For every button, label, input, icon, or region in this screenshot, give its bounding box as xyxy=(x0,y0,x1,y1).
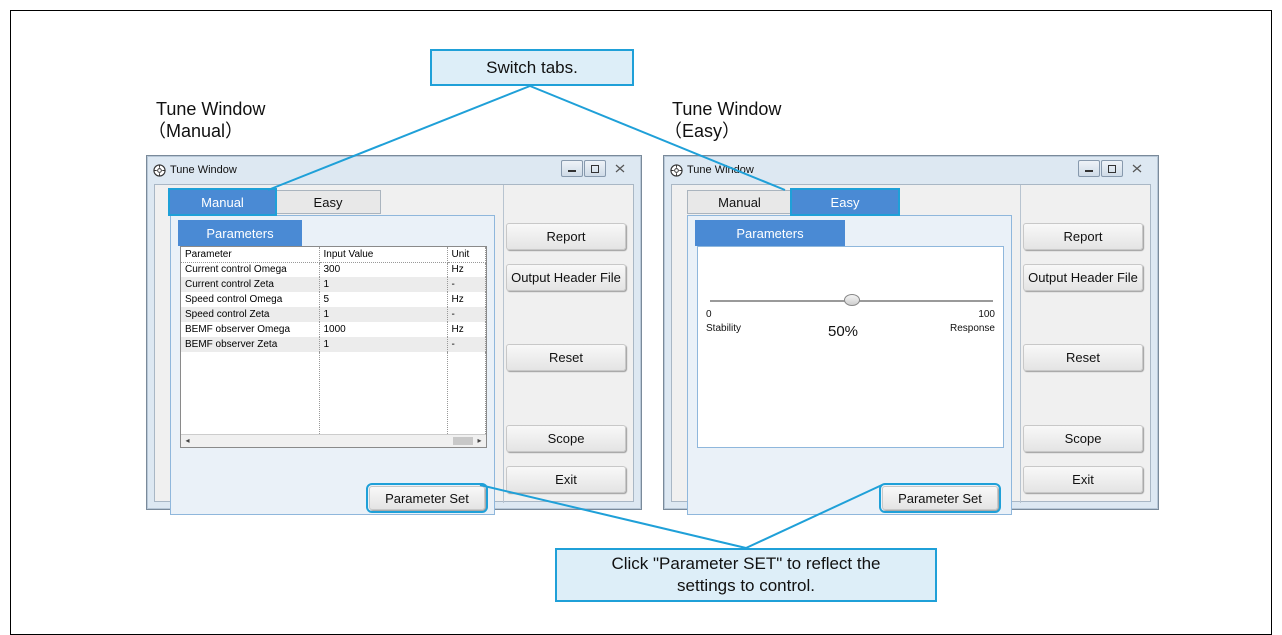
cell-unit: - xyxy=(447,277,486,292)
subtab-parameters[interactable]: Parameters xyxy=(695,220,845,246)
window-title: Tune Window xyxy=(170,164,237,176)
scope-button[interactable]: Scope xyxy=(1023,425,1143,452)
scroll-left-icon[interactable]: ◂ xyxy=(181,435,194,447)
caption-manual: Tune Window （Manual） xyxy=(148,98,266,142)
callout-parameter-set-line2: settings to control. xyxy=(677,576,815,595)
table-row[interactable]: Current control Zeta 1 - xyxy=(181,277,486,292)
cell-parameter: Speed control Zeta xyxy=(181,307,320,322)
column-header-parameter: Parameter xyxy=(181,247,320,263)
output-header-file-button[interactable]: Output Header File xyxy=(1023,264,1143,291)
callout-parameter-set-line1: Click "Parameter SET" to reflect the xyxy=(611,554,881,573)
exit-button[interactable]: Exit xyxy=(1023,466,1143,493)
report-button[interactable]: Report xyxy=(506,223,626,250)
parameter-set-button[interactable]: Parameter Set xyxy=(366,483,488,513)
titlebar: Tune Window xyxy=(664,156,1158,184)
maximize-button[interactable] xyxy=(1101,160,1123,177)
cell-input-value[interactable]: 5 xyxy=(319,292,448,307)
caption-easy-mode: （Easy） xyxy=(664,121,741,141)
caption-easy-title: Tune Window xyxy=(672,99,782,119)
table-row[interactable]: BEMF observer Omega 1000 Hz xyxy=(181,322,486,337)
sidebar-separator xyxy=(503,185,504,503)
titlebar: Tune Window xyxy=(147,156,641,184)
tune-window-easy: Tune Window Manual Easy Parameters 0 100… xyxy=(663,155,1159,515)
window-client-area: Manual Easy Parameters Parameter Input V… xyxy=(154,184,634,515)
cell-unit: Hz xyxy=(447,292,486,307)
callout-switch-tabs-text: Switch tabs. xyxy=(486,57,578,77)
column-header-unit: Unit xyxy=(447,247,486,263)
tab-easy[interactable]: Easy xyxy=(275,190,381,214)
cell-unit: - xyxy=(447,337,486,352)
tune-window-manual: Tune Window Manual Easy Parameters Param… xyxy=(146,155,642,515)
app-icon xyxy=(153,163,166,177)
cell-unit: Hz xyxy=(447,322,486,337)
cell-input-value[interactable]: 1 xyxy=(319,307,448,322)
cell-input-value[interactable]: 1000 xyxy=(319,322,448,337)
parameter-table: Parameter Input Value Unit Current contr… xyxy=(181,247,486,447)
maximize-icon xyxy=(591,164,599,173)
minimize-button[interactable] xyxy=(1078,160,1100,177)
manual-tab-panel: Parameters Parameter Input Value Unit Cu… xyxy=(170,215,495,515)
stability-label: Stability xyxy=(706,323,742,334)
scroll-right-icon[interactable]: ▸ xyxy=(473,435,486,447)
report-button[interactable]: Report xyxy=(1023,223,1143,250)
scope-button[interactable]: Scope xyxy=(506,425,626,452)
tab-manual[interactable]: Manual xyxy=(168,188,277,216)
callout-switch-tabs: Switch tabs. xyxy=(430,49,634,86)
table-row[interactable]: Current control Omega 300 Hz xyxy=(181,262,486,277)
horizontal-scrollbar[interactable]: ◂ ▸ xyxy=(181,434,486,447)
cell-parameter: Current control Omega xyxy=(181,262,320,277)
close-icon xyxy=(1132,164,1142,173)
window-title: Tune Window xyxy=(687,164,754,176)
reset-button[interactable]: Reset xyxy=(506,344,626,371)
exit-button[interactable]: Exit xyxy=(506,466,626,493)
easy-tune-box: 0 100 Stability Response 50% xyxy=(697,246,1004,448)
close-icon xyxy=(615,164,625,173)
close-button[interactable] xyxy=(1124,160,1150,177)
table-row[interactable]: Speed control Omega 5 Hz xyxy=(181,292,486,307)
parameter-grid[interactable]: Parameter Input Value Unit Current contr… xyxy=(180,246,487,448)
cell-parameter: BEMF observer Zeta xyxy=(181,337,320,352)
caption-manual-title: Tune Window xyxy=(156,99,266,119)
tab-manual[interactable]: Manual xyxy=(687,190,792,214)
column-header-input-value: Input Value xyxy=(319,247,448,263)
cell-input-value[interactable]: 1 xyxy=(319,277,448,292)
caption-manual-mode: （Manual） xyxy=(148,121,244,141)
cell-input-value[interactable]: 1 xyxy=(319,337,448,352)
minimize-icon xyxy=(568,169,576,172)
window-controls xyxy=(1077,160,1150,177)
sidebar-separator xyxy=(1020,185,1021,503)
table-row[interactable]: Speed control Zeta 1 - xyxy=(181,307,486,322)
tab-easy[interactable]: Easy xyxy=(790,188,900,216)
minimize-button[interactable] xyxy=(561,160,583,177)
scroll-thumb[interactable] xyxy=(453,437,473,445)
slider-max-label: 100 xyxy=(978,309,995,320)
reset-button[interactable]: Reset xyxy=(1023,344,1143,371)
callout-parameter-set: Click "Parameter SET" to reflect the set… xyxy=(555,548,937,602)
cell-unit: Hz xyxy=(447,262,486,277)
cell-parameter: Current control Zeta xyxy=(181,277,320,292)
app-icon xyxy=(670,163,683,177)
table-row[interactable]: BEMF observer Zeta 1 - xyxy=(181,337,486,352)
minimize-icon xyxy=(1085,169,1093,172)
parameter-set-button[interactable]: Parameter Set xyxy=(879,483,1001,513)
slider-min-label: 0 xyxy=(706,309,712,320)
cell-unit: - xyxy=(447,307,486,322)
response-label: Response xyxy=(949,323,995,334)
caption-easy: Tune Window （Easy） xyxy=(664,98,782,142)
maximize-icon xyxy=(1108,164,1116,173)
maximize-button[interactable] xyxy=(584,160,606,177)
cell-parameter: Speed control Omega xyxy=(181,292,320,307)
slider-value-text: 50% xyxy=(828,323,859,340)
output-header-file-button[interactable]: Output Header File xyxy=(506,264,626,291)
cell-parameter: BEMF observer Omega xyxy=(181,322,320,337)
cell-input-value[interactable]: 300 xyxy=(319,262,448,277)
close-button[interactable] xyxy=(607,160,633,177)
subtab-parameters[interactable]: Parameters xyxy=(178,220,302,246)
window-controls xyxy=(560,160,633,177)
response-slider-thumb[interactable] xyxy=(843,294,860,306)
window-client-area: Manual Easy Parameters 0 100 Stability R… xyxy=(671,184,1151,515)
easy-tab-panel: Parameters 0 100 Stability Response 50% … xyxy=(687,215,1012,515)
